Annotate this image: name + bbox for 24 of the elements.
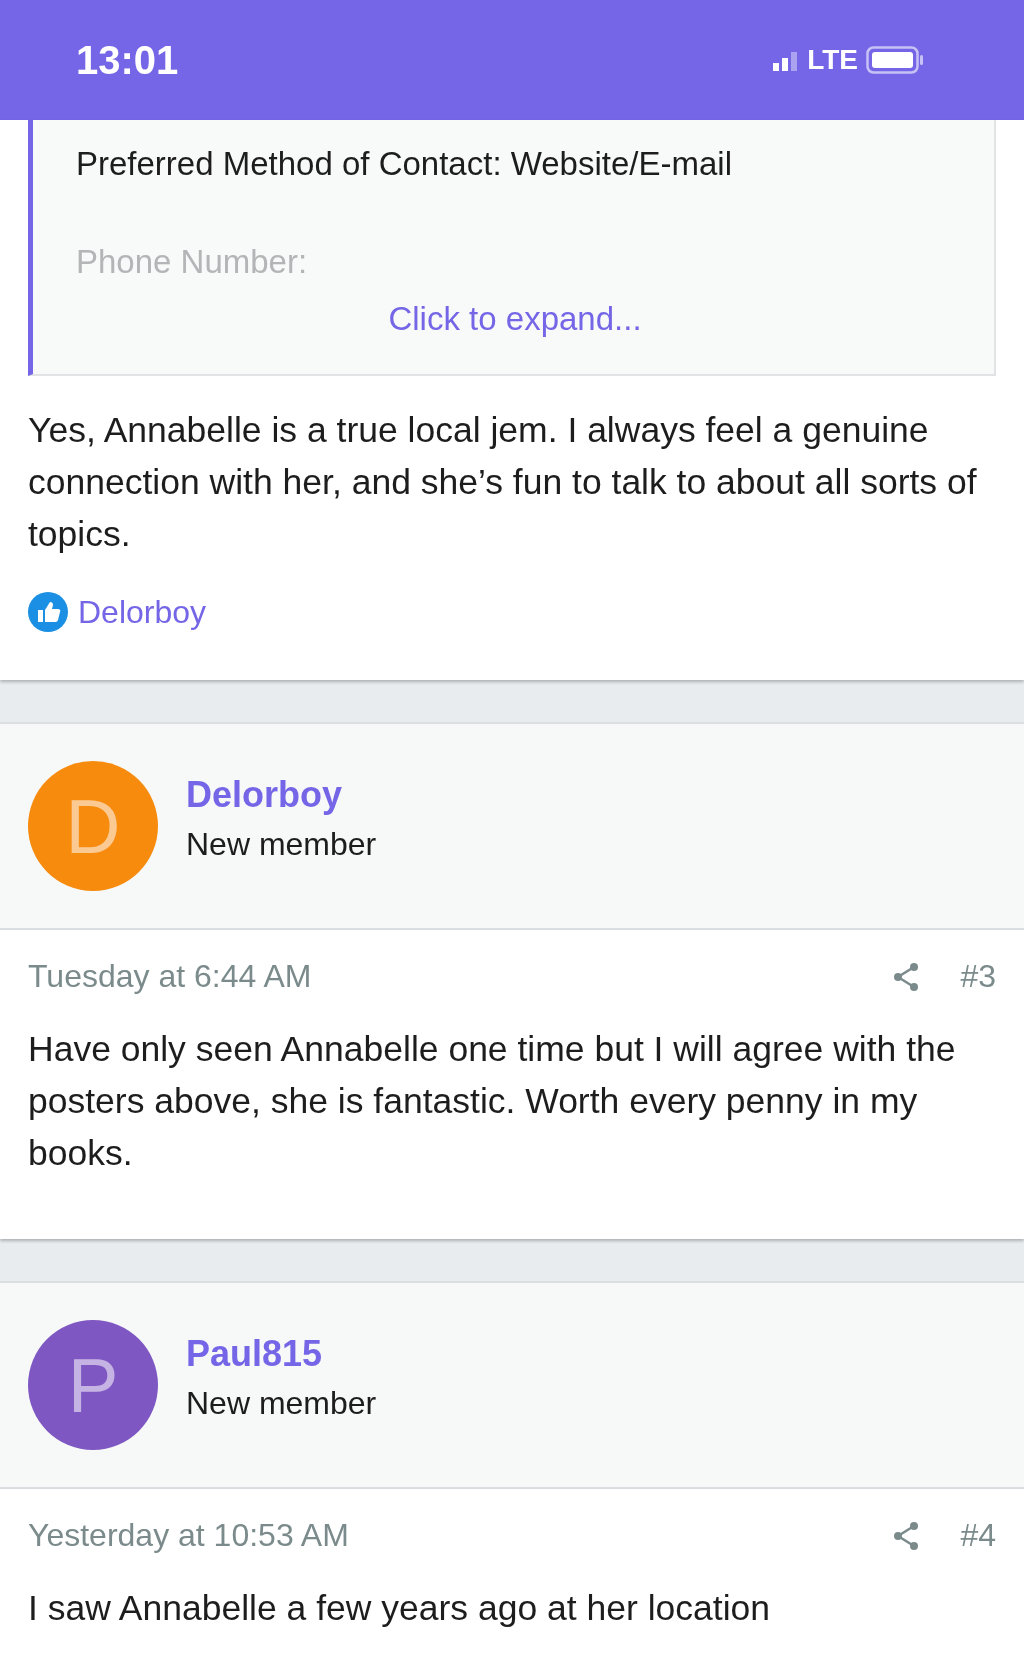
quote-text: Phone Number: [76, 242, 309, 278]
status-time: 13:01 [76, 37, 179, 83]
share-icon[interactable] [892, 961, 921, 992]
expand-link[interactable]: Click to expand... [388, 300, 642, 338]
user-title: New member [186, 825, 377, 863]
user-title: New member [186, 1384, 377, 1422]
username-link[interactable]: Paul815 [186, 1332, 377, 1375]
network-label: LTE [807, 44, 858, 76]
post-text: I saw Annabelle a few years ago at her location [28, 1587, 772, 1630]
post-date[interactable]: Tuesday at 6:44 AM [28, 958, 893, 995]
battery-icon [866, 46, 924, 74]
post-date[interactable]: Yesterday at 10:53 AM [28, 1517, 893, 1554]
quote-text: Preferred Method of Contact: Website/E-mail [76, 144, 733, 184]
username-link[interactable]: Delorboy [186, 773, 377, 816]
post-text: Yes, Annabelle is a true local jem. I always feel a genuine connection with her, and she’s fun to talk to about all sorts of topics. [28, 409, 978, 556]
avatar: P [28, 1320, 158, 1450]
post-number[interactable]: #4 [960, 1517, 996, 1554]
share-icon[interactable] [892, 1520, 921, 1551]
avatar: D [28, 761, 158, 891]
thumbs-up-icon [28, 592, 68, 632]
signal-icon [773, 49, 800, 71]
liker-link[interactable]: Delorboy [78, 593, 207, 631]
post-number[interactable]: #3 [960, 958, 996, 995]
post-text: Have only seen Annabelle one time but I will agree with the posters above, she is fantastic. Worth every penny in my books. [28, 1028, 957, 1175]
